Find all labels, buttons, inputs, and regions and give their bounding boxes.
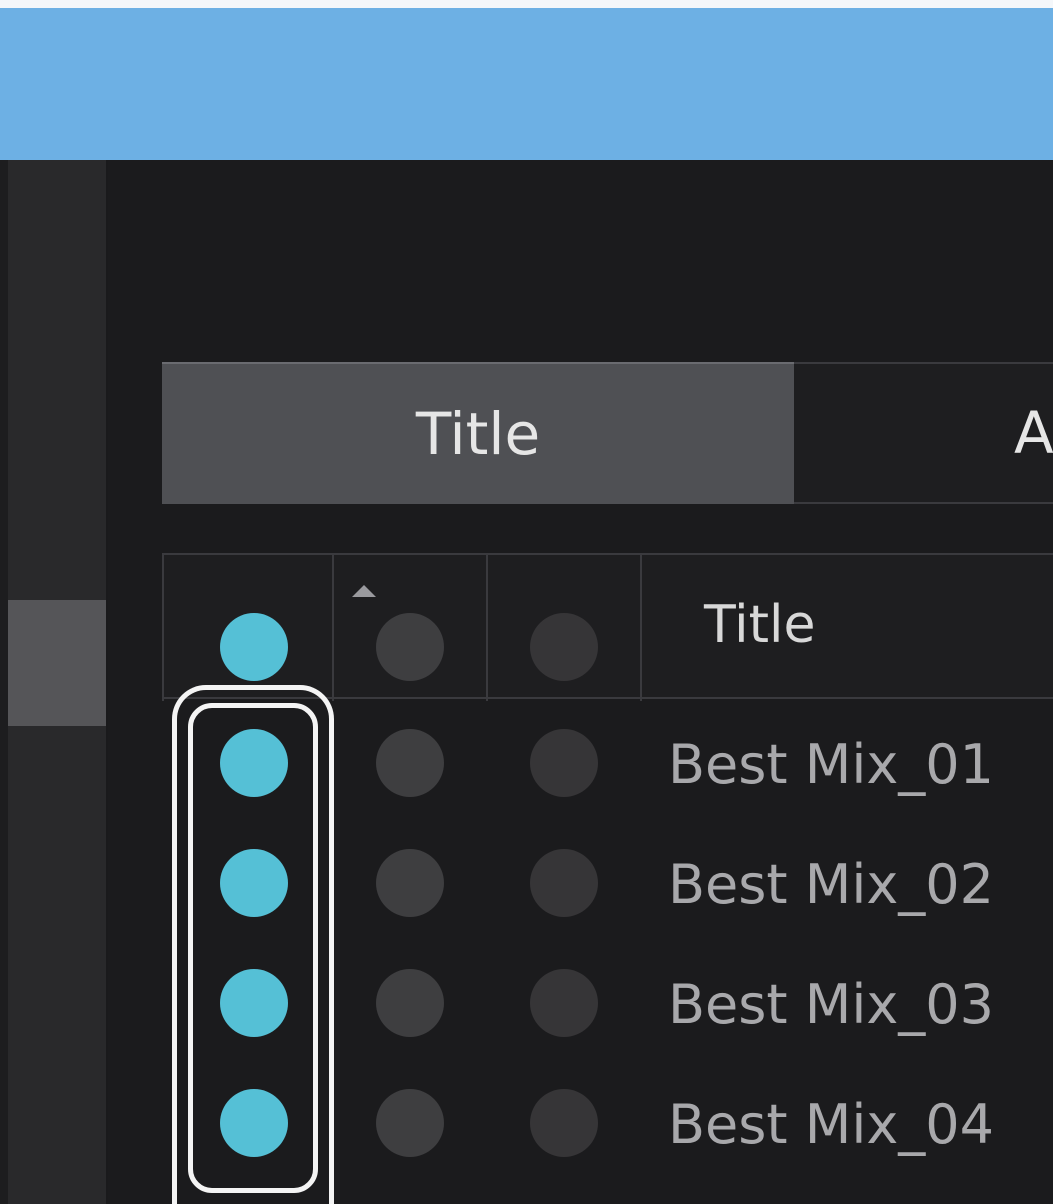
title-bar: [0, 8, 1053, 160]
row-toggle-icon[interactable]: [376, 849, 444, 917]
column-divider[interactable]: [332, 555, 334, 701]
row-toggle-icon[interactable]: [530, 729, 598, 797]
row-toggle-icon[interactable]: [376, 729, 444, 797]
row-toggle-icon[interactable]: [530, 849, 598, 917]
row-toggle-icon[interactable]: [376, 1089, 444, 1157]
sidebar-item-selected[interactable]: [8, 600, 106, 726]
tab-title-label: Title: [415, 400, 541, 468]
row-toggle-icon[interactable]: [376, 969, 444, 1037]
column-header-title[interactable]: Title: [704, 595, 815, 655]
row-toggle-icon[interactable]: [530, 1089, 598, 1157]
column-toggle-icon[interactable]: [376, 613, 444, 681]
sort-ascending-icon[interactable]: [352, 585, 376, 597]
row-title: Best Mix_03: [668, 973, 995, 1036]
column-divider[interactable]: [640, 555, 642, 701]
row-title: Best Mix_01: [668, 733, 995, 796]
app-window: Title A Title Best Mix_01 Best Mix_02 Be…: [0, 0, 1053, 1204]
select-all-toggle-icon[interactable]: [220, 613, 288, 681]
tab-artist-label: A: [1014, 399, 1053, 467]
row-title: Best Mix_04: [668, 1093, 995, 1156]
highlight-frame-inner: [188, 703, 318, 1193]
column-toggle-icon[interactable]: [530, 613, 598, 681]
row-toggle-icon[interactable]: [530, 969, 598, 1037]
view-tabs: Title A: [162, 362, 1053, 504]
window-left-edge: [0, 160, 8, 1204]
window-top-border: [0, 0, 1053, 8]
tab-title[interactable]: Title: [162, 362, 794, 504]
row-title: Best Mix_02: [668, 853, 995, 916]
table-header-row: Title: [162, 553, 1053, 701]
tab-artist[interactable]: A: [794, 362, 1053, 504]
column-divider: [162, 555, 164, 701]
column-divider[interactable]: [486, 555, 488, 701]
